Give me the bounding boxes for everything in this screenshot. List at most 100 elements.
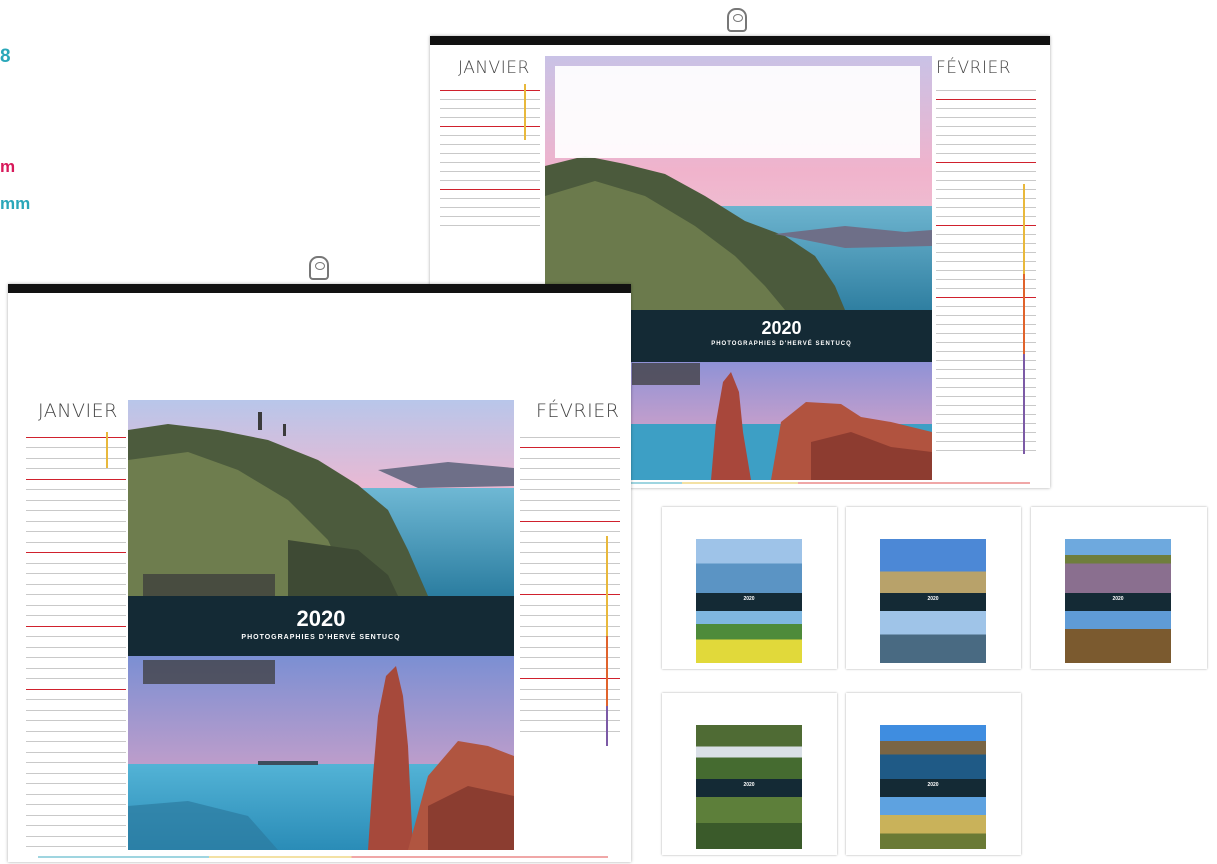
day-row xyxy=(936,190,1036,199)
day-row xyxy=(520,648,620,658)
year-title: 2020 xyxy=(296,606,346,631)
day-list-left xyxy=(26,427,126,847)
day-row xyxy=(936,154,1036,163)
day-row xyxy=(936,91,1036,100)
day-row xyxy=(26,459,126,469)
day-row xyxy=(936,271,1036,280)
thumbnail-year: 2020 xyxy=(927,782,939,788)
thumbnail-year: 2020 xyxy=(743,782,755,788)
day-list-right xyxy=(520,427,620,732)
day-row xyxy=(520,501,620,511)
day-row xyxy=(936,127,1036,136)
day-row xyxy=(26,805,126,816)
day-row xyxy=(936,442,1036,451)
day-row xyxy=(26,816,126,826)
calendar-top-bar xyxy=(430,36,1050,45)
day-row xyxy=(936,388,1036,397)
thumbnail-photo-top xyxy=(1065,539,1171,593)
day-row xyxy=(440,163,540,172)
calendar-thumbnail[interactable]: 2020 xyxy=(846,507,1021,669)
day-row xyxy=(936,316,1036,325)
cliff-photo xyxy=(128,400,514,596)
day-row xyxy=(936,244,1036,253)
day-row xyxy=(520,459,620,469)
day-row xyxy=(440,190,540,199)
day-row xyxy=(936,361,1036,370)
day-row xyxy=(26,532,126,543)
year-title: 2020 xyxy=(761,318,802,338)
day-row xyxy=(936,226,1036,235)
day-row xyxy=(440,172,540,181)
day-row xyxy=(26,448,126,459)
day-row xyxy=(520,711,620,721)
thumbnail-photo-bottom xyxy=(1065,611,1171,663)
thumbnail-photo-top xyxy=(696,539,802,593)
day-row xyxy=(936,325,1036,334)
day-row xyxy=(936,181,1036,190)
day-row xyxy=(26,721,126,732)
side-measure-mm: mm xyxy=(0,194,31,213)
day-row xyxy=(26,627,126,637)
day-row xyxy=(936,100,1036,109)
calendar-thumbnail[interactable]: 2020 xyxy=(1031,507,1207,669)
day-row xyxy=(520,448,620,459)
day-row xyxy=(520,700,620,711)
day-row xyxy=(520,564,620,574)
side-measure-m: m xyxy=(0,157,16,176)
month-right-title: FÉVRIER xyxy=(936,58,1012,78)
thumbnail-photo-top xyxy=(696,725,802,779)
hanging-hook-icon xyxy=(309,256,329,280)
day-row xyxy=(520,553,620,564)
day-row xyxy=(936,118,1036,127)
period-stripe xyxy=(106,432,108,468)
day-row xyxy=(936,82,1036,91)
day-row xyxy=(26,837,126,847)
day-row xyxy=(440,217,540,226)
month-left-title: JANVIER xyxy=(38,400,118,422)
day-row xyxy=(936,262,1036,271)
month-left-title: JANVIER xyxy=(458,58,530,78)
day-list-right xyxy=(936,82,1036,451)
title-band: 2020 PHOTOGRAPHIES D'HERVÉ SENTUCQ xyxy=(128,596,514,656)
title-band: 2020 PHOTOGRAPHIES D'HERVÉ SENTUCQ xyxy=(631,310,932,362)
day-row xyxy=(520,606,620,616)
day-row xyxy=(26,658,126,669)
day-row xyxy=(520,543,620,553)
calendar-thumbnail[interactable]: 2020 xyxy=(662,507,837,669)
day-row xyxy=(440,208,540,217)
day-row xyxy=(936,280,1036,289)
day-row xyxy=(936,352,1036,361)
day-row xyxy=(26,700,126,711)
day-row xyxy=(936,343,1036,352)
day-row xyxy=(936,415,1036,424)
day-row xyxy=(26,511,126,522)
day-row xyxy=(26,469,126,480)
photo-caption xyxy=(143,660,275,684)
thumbnail-title-band: 2020 xyxy=(880,779,986,797)
day-row xyxy=(520,480,620,490)
day-row xyxy=(26,742,126,753)
day-row xyxy=(936,379,1036,388)
footer-legend xyxy=(38,856,608,858)
period-stripe xyxy=(606,536,608,636)
period-stripe xyxy=(606,706,608,746)
day-row xyxy=(520,637,620,648)
day-row xyxy=(26,732,126,742)
day-row xyxy=(26,711,126,721)
day-row xyxy=(936,397,1036,406)
period-stripe xyxy=(1023,184,1025,274)
day-row xyxy=(440,181,540,190)
day-row xyxy=(26,585,126,595)
hanging-hook-icon xyxy=(727,8,747,32)
calendar-thumbnail[interactable]: 2020 xyxy=(846,693,1021,855)
day-row xyxy=(520,427,620,438)
day-row xyxy=(26,427,126,438)
calendar-thumbnail[interactable]: 2020 xyxy=(662,693,837,855)
photo-caption xyxy=(632,363,700,385)
day-row xyxy=(936,307,1036,316)
day-row xyxy=(936,199,1036,208)
day-row xyxy=(26,679,126,690)
period-stripe xyxy=(524,84,526,140)
day-row xyxy=(26,690,126,700)
thumbnail-year: 2020 xyxy=(927,596,939,602)
